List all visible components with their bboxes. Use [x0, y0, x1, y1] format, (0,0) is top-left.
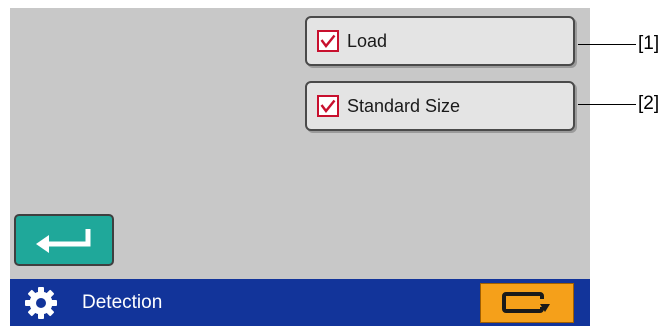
enter-return-icon — [36, 229, 91, 253]
load-option-button[interactable]: Load — [305, 16, 575, 66]
callout-leader-line — [578, 104, 636, 105]
tray-swap-icon — [502, 292, 551, 313]
tray-swap-button[interactable] — [480, 283, 574, 323]
checkmark-icon — [320, 34, 336, 48]
checkmark-icon — [320, 99, 336, 113]
load-label: Load — [347, 30, 388, 51]
touch-screen: Load Standard Size Detection — [10, 8, 590, 326]
screen-title: Detection — [82, 292, 163, 313]
standard-size-label: Standard Size — [347, 95, 461, 116]
status-bar: Detection — [10, 279, 590, 326]
callout-label-1: [1] — [638, 33, 660, 54]
standard-size-checkbox[interactable] — [317, 95, 339, 117]
page: Load Standard Size Detection [1] [2] — [0, 0, 665, 332]
gear-icon — [25, 287, 57, 319]
standard-size-option-button[interactable]: Standard Size — [305, 81, 575, 131]
enter-button[interactable] — [14, 214, 114, 266]
load-checkbox[interactable] — [317, 30, 339, 52]
callout-label-2: [2] — [638, 93, 660, 114]
callout-leader-line — [578, 44, 636, 45]
